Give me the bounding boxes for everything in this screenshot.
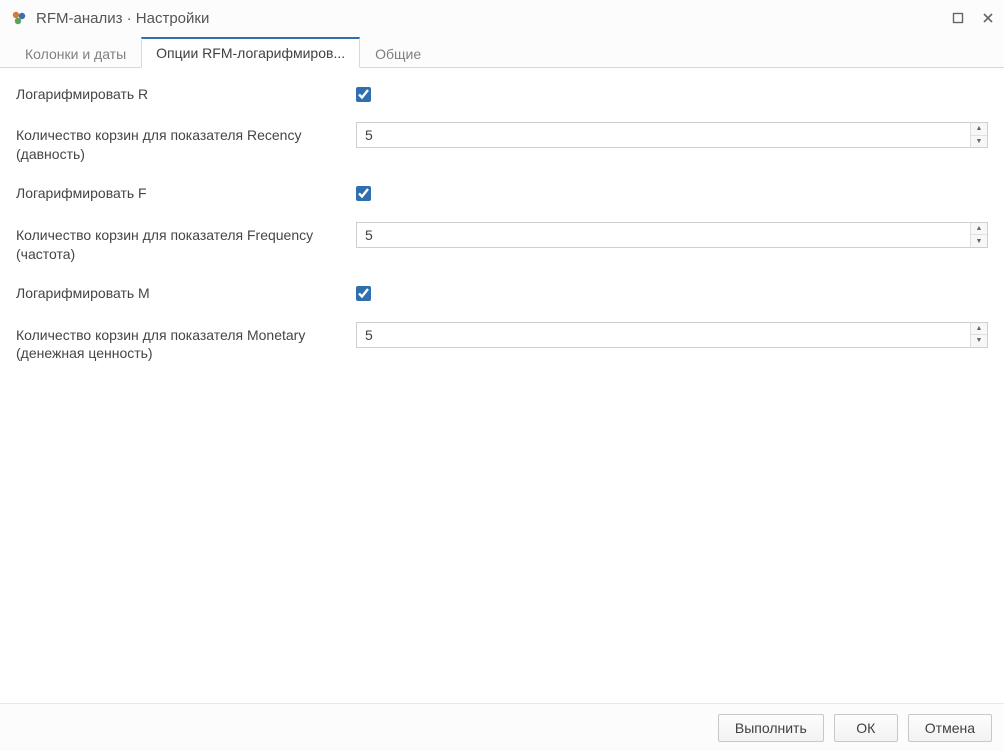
tab-content: Логарифмировать R Количество корзин для …	[0, 68, 1004, 703]
spinner-bins-f: ▲ ▼	[356, 222, 988, 248]
ok-button[interactable]: ОК	[834, 714, 898, 742]
input-bins-r[interactable]	[357, 123, 970, 147]
row-bins-f: Количество корзин для показателя Frequen…	[16, 222, 988, 264]
input-bins-m[interactable]	[357, 323, 970, 347]
tabs: Колонки и даты Опции RFM-логарифмиров...…	[0, 36, 1004, 68]
chevron-up-icon[interactable]: ▲	[971, 223, 987, 236]
chevron-down-icon[interactable]: ▼	[971, 235, 987, 247]
checkbox-log-f[interactable]	[356, 186, 371, 201]
label-bins-m: Количество корзин для показателя Monetar…	[16, 322, 356, 364]
label-bins-r: Количество корзин для показателя Recency…	[16, 122, 356, 164]
settings-window: RFM-анализ · Настройки Колонки и даты Оп…	[0, 0, 1004, 751]
label-log-m: Логарифмировать M	[16, 284, 356, 303]
run-button[interactable]: Выполнить	[718, 714, 824, 742]
window-controls	[950, 10, 996, 26]
tab-label: Общие	[375, 46, 421, 62]
row-log-f: Логарифмировать F	[16, 182, 988, 206]
label-log-f: Логарифмировать F	[16, 184, 356, 203]
spinner-bins-r: ▲ ▼	[356, 122, 988, 148]
chevron-up-icon[interactable]: ▲	[971, 123, 987, 136]
footer: Выполнить ОК Отмена	[0, 703, 1004, 751]
spinner-buttons: ▲ ▼	[970, 123, 987, 147]
app-icon	[10, 9, 28, 27]
window-title: RFM-анализ · Настройки	[36, 10, 950, 27]
cancel-button[interactable]: Отмена	[908, 714, 992, 742]
maximize-icon[interactable]	[950, 10, 966, 26]
tab-general[interactable]: Общие	[360, 39, 436, 68]
chevron-down-icon[interactable]: ▼	[971, 136, 987, 148]
spinner-buttons: ▲ ▼	[970, 223, 987, 247]
tab-rfm-log-options[interactable]: Опции RFM-логарифмиров...	[141, 37, 360, 68]
spinner-buttons: ▲ ▼	[970, 323, 987, 347]
input-bins-f[interactable]	[357, 223, 970, 247]
row-bins-r: Количество корзин для показателя Recency…	[16, 122, 988, 164]
chevron-up-icon[interactable]: ▲	[971, 323, 987, 336]
chevron-down-icon[interactable]: ▼	[971, 335, 987, 347]
label-log-r: Логарифмировать R	[16, 85, 356, 104]
close-icon[interactable]	[980, 10, 996, 26]
tab-label: Колонки и даты	[25, 46, 126, 62]
checkbox-log-r[interactable]	[356, 87, 371, 102]
tab-columns-dates[interactable]: Колонки и даты	[10, 39, 141, 68]
tab-label: Опции RFM-логарифмиров...	[156, 45, 345, 61]
row-log-m: Логарифмировать M	[16, 282, 988, 306]
titlebar: RFM-анализ · Настройки	[0, 0, 1004, 36]
row-log-r: Логарифмировать R	[16, 82, 988, 106]
label-bins-f: Количество корзин для показателя Frequen…	[16, 222, 356, 264]
checkbox-log-m[interactable]	[356, 286, 371, 301]
spinner-bins-m: ▲ ▼	[356, 322, 988, 348]
row-bins-m: Количество корзин для показателя Monetar…	[16, 322, 988, 364]
